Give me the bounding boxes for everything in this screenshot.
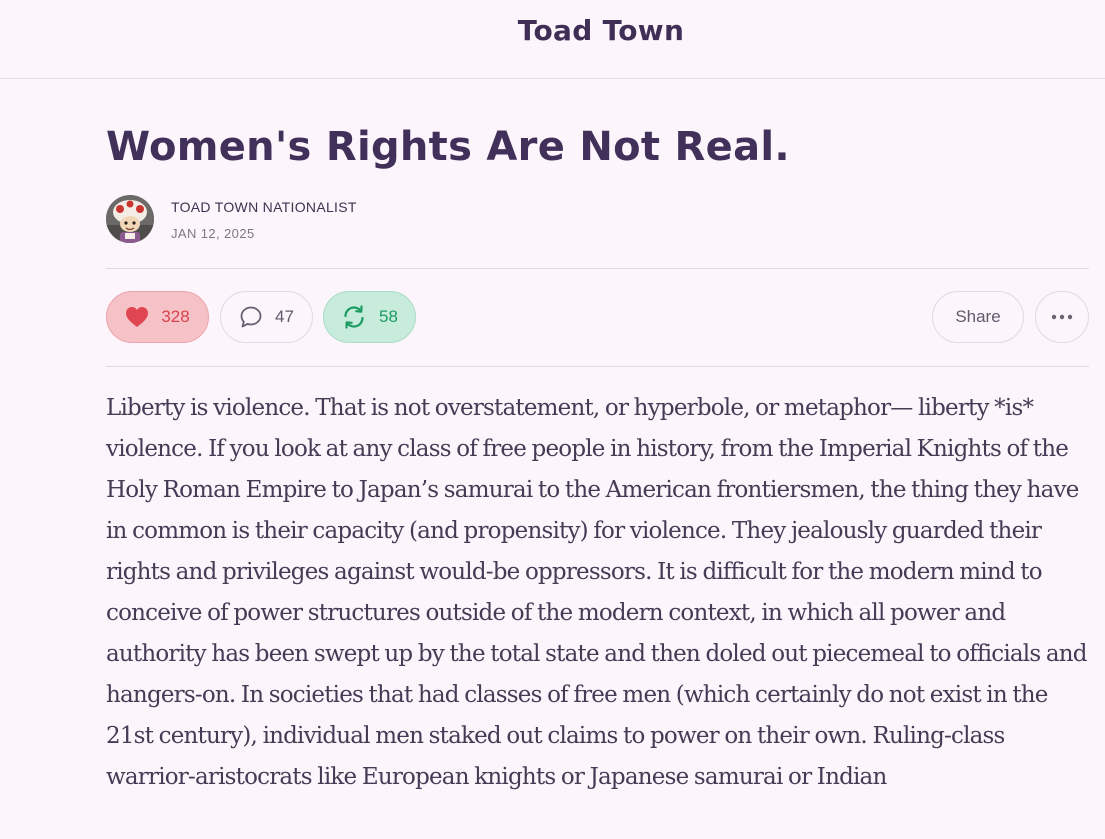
post-actions: 328 47 58 Share bbox=[106, 291, 1089, 345]
divider-bottom bbox=[106, 366, 1089, 367]
comment-button[interactable]: 47 bbox=[220, 291, 313, 343]
top-bar: Toad Town bbox=[0, 0, 1105, 79]
refresh-arrows-icon bbox=[344, 305, 364, 329]
toad-avatar-image bbox=[106, 195, 154, 243]
like-button[interactable]: 328 bbox=[106, 291, 209, 343]
post-body: Liberty is violence. That is not oversta… bbox=[106, 395, 1088, 790]
heart-icon bbox=[126, 307, 149, 327]
restack-count: 58 bbox=[379, 307, 398, 326]
site-title[interactable]: Toad Town bbox=[0, 14, 1105, 47]
author-name[interactable]: TOAD TOWN NATIONALIST bbox=[171, 199, 357, 215]
divider-top bbox=[106, 268, 1089, 269]
author-avatar[interactable] bbox=[106, 195, 154, 243]
post-title: Women's Rights Are Not Real. bbox=[106, 124, 790, 170]
byline: TOAD TOWN NATIONALIST JAN 12, 2025 bbox=[106, 195, 1089, 245]
like-count: 328 bbox=[161, 307, 190, 326]
share-label: Share bbox=[955, 307, 1001, 326]
post-date: JAN 12, 2025 bbox=[171, 226, 255, 241]
speech-bubble-icon bbox=[240, 306, 262, 328]
ellipsis-icon bbox=[1051, 314, 1073, 320]
comment-count: 47 bbox=[275, 307, 294, 326]
more-options-button[interactable] bbox=[1035, 291, 1089, 343]
share-button[interactable]: Share bbox=[932, 291, 1024, 343]
restack-button[interactable]: 58 bbox=[323, 291, 416, 343]
